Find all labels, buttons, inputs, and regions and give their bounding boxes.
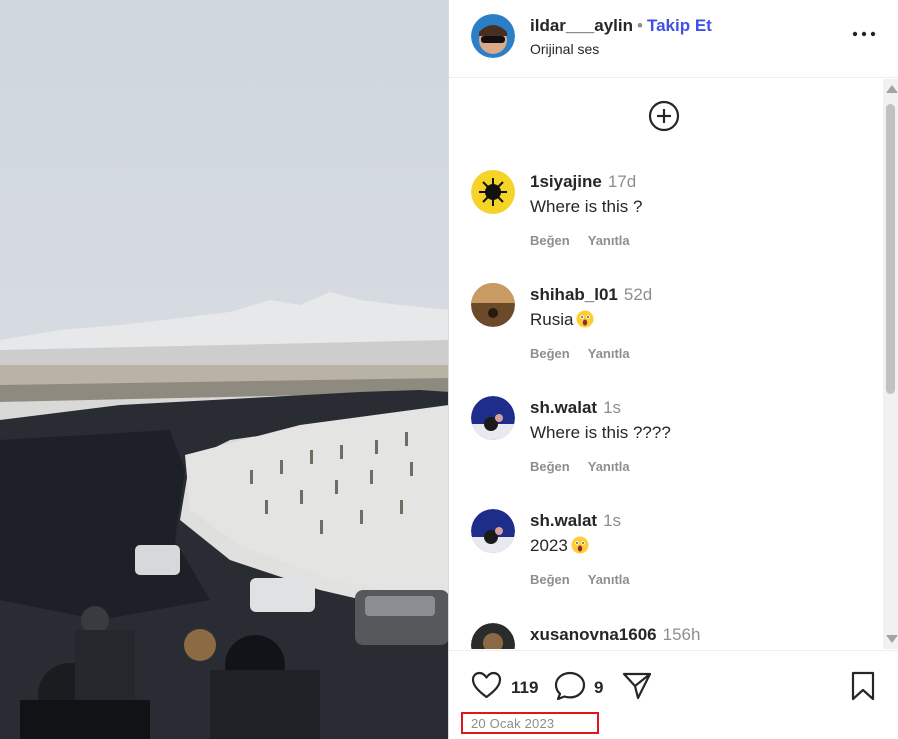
commenter-avatar[interactable] <box>471 623 515 649</box>
share-icon[interactable] <box>621 671 653 701</box>
like-comment-button[interactable]: Beğen <box>530 572 570 587</box>
comment-header: 1siyajine 17d <box>530 172 636 192</box>
commenter-avatar[interactable] <box>471 283 515 327</box>
comment-username[interactable]: 1siyajine <box>530 172 602 191</box>
separator-dot: • <box>637 16 643 35</box>
comment-header: sh.walat 1s <box>530 398 621 418</box>
comment-username[interactable]: sh.walat <box>530 511 597 530</box>
scroll-down-arrow-icon[interactable] <box>886 635 898 643</box>
date-highlight-box: 20 Ocak 2023 <box>461 712 599 734</box>
video-frame <box>0 0 448 739</box>
reply-button[interactable]: Yanıtla <box>588 459 630 474</box>
commenter-avatar[interactable] <box>471 396 515 440</box>
comment-text: Where is this ? <box>530 197 643 216</box>
comment-time[interactable]: 1s <box>603 398 621 417</box>
author-line: ildar___aylin • Takip Et <box>530 16 712 36</box>
bookmark-icon[interactable] <box>850 671 876 701</box>
comment-actions: Beğen Yanıtla <box>530 233 648 248</box>
more-horizontal-icon[interactable] <box>852 26 876 42</box>
comment-text: 2023 <box>530 536 589 556</box>
comment-header: xusanovna1606 156h <box>530 625 700 645</box>
comment-time[interactable]: 156h <box>663 625 701 644</box>
comment-username[interactable]: xusanovna1606 <box>530 625 657 644</box>
author-username[interactable]: ildar___aylin <box>530 16 633 35</box>
commenter-avatar[interactable] <box>471 509 515 553</box>
comment-username[interactable]: shihab_l01 <box>530 285 618 304</box>
follow-button[interactable]: Takip Et <box>647 16 712 35</box>
reply-button[interactable]: Yanıtla <box>588 572 630 587</box>
post-header: ildar___aylin • Takip Et Orijinal ses <box>449 0 898 78</box>
scroll-up-arrow-icon[interactable] <box>886 85 898 93</box>
comments-scrollbar[interactable] <box>883 79 898 649</box>
comment-actions: Beğen Yanıtla <box>530 572 648 587</box>
author-avatar[interactable] <box>471 14 515 58</box>
comment-time[interactable]: 17d <box>608 172 636 191</box>
astonished-face-icon <box>571 536 589 554</box>
comment-actions: Beğen Yanıtla <box>530 346 648 361</box>
comment-text: Rusia <box>530 310 594 330</box>
commenter-avatar[interactable] <box>471 170 515 214</box>
astonished-face-icon <box>576 310 594 328</box>
audio-label[interactable]: Orijinal ses <box>530 41 599 57</box>
comment-text: Where is this ???? <box>530 423 671 442</box>
scrollbar-thumb[interactable] <box>886 104 895 394</box>
comments-list: 1siyajine 17d Where is this ? Beğen Yanıtl… <box>449 79 883 649</box>
comment-icon[interactable] <box>554 671 586 701</box>
like-comment-button[interactable]: Beğen <box>530 346 570 361</box>
reply-button[interactable]: Yanıtla <box>588 233 630 248</box>
comment-time[interactable]: 1s <box>603 511 621 530</box>
post-date[interactable]: 20 Ocak 2023 <box>471 716 554 731</box>
comment-username[interactable]: sh.walat <box>530 398 597 417</box>
comment-count[interactable]: 9 <box>594 678 603 698</box>
like-comment-button[interactable]: Beğen <box>530 459 570 474</box>
reply-button[interactable]: Yanıtla <box>588 346 630 361</box>
comment-actions: Beğen Yanıtla <box>530 459 648 474</box>
like-comment-button[interactable]: Beğen <box>530 233 570 248</box>
comment-time[interactable]: 52d <box>624 285 652 304</box>
add-circle-icon[interactable] <box>648 100 680 132</box>
heart-icon[interactable] <box>471 671 502 699</box>
post-media[interactable] <box>0 0 449 739</box>
post-actions-bar: 119 9 20 Ocak 2023 <box>449 650 898 739</box>
comment-text-content: 2023 <box>530 536 568 555</box>
post-panel: ildar___aylin • Takip Et Orijinal ses 1s… <box>449 0 898 739</box>
comment-header: sh.walat 1s <box>530 511 621 531</box>
comment-header: shihab_l01 52d <box>530 285 652 305</box>
like-count[interactable]: 119 <box>511 678 538 698</box>
comment-text-content: Rusia <box>530 310 574 329</box>
